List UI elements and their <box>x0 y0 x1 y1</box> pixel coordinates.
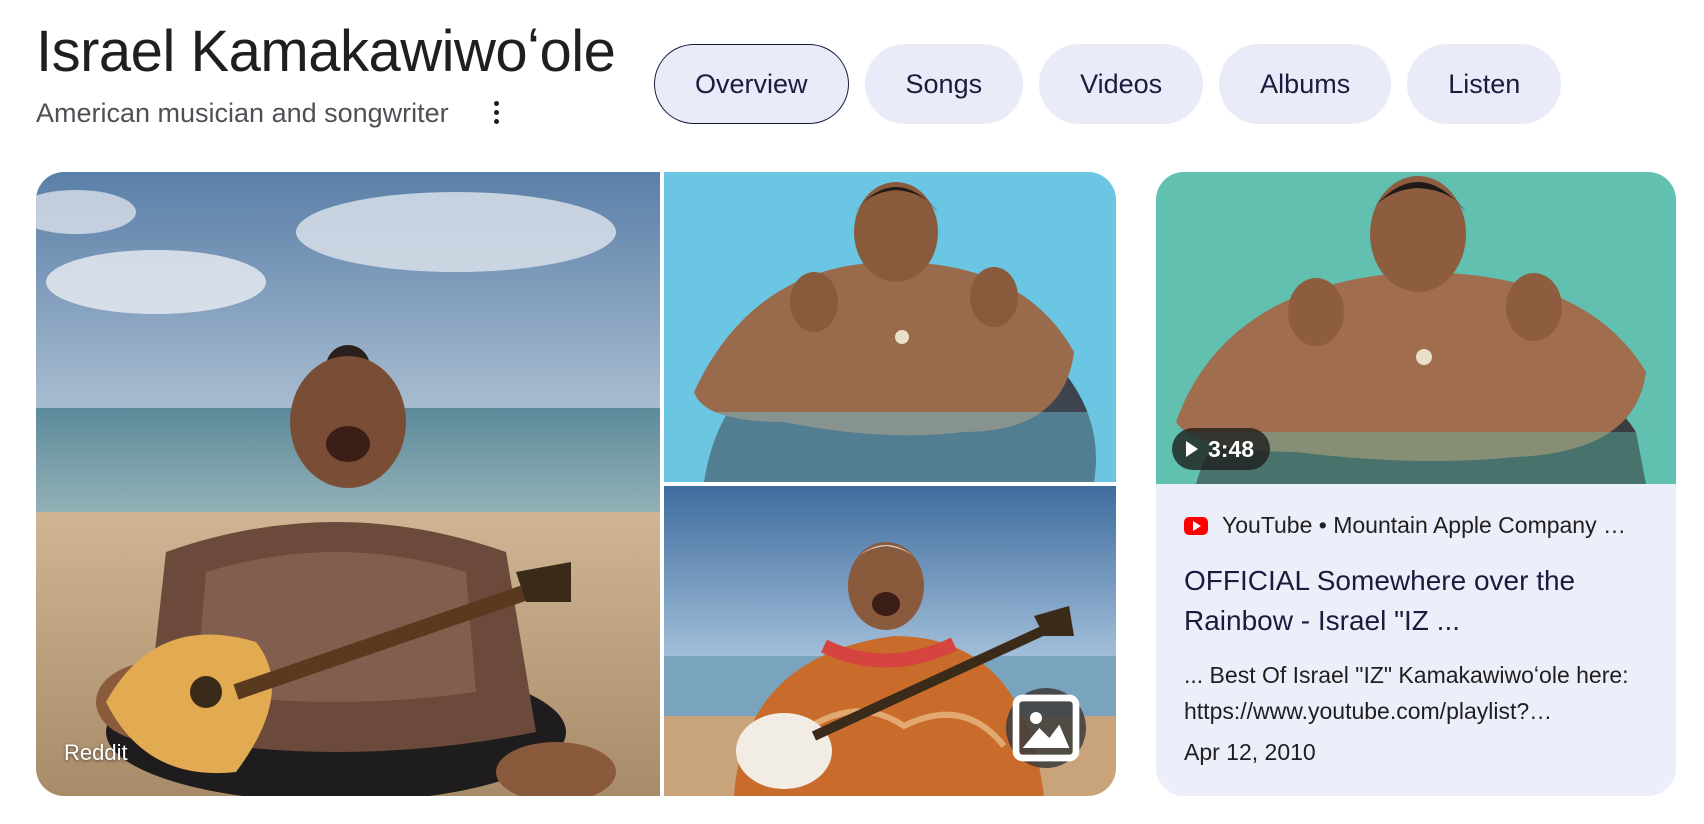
tab-videos[interactable]: Videos <box>1039 44 1204 124</box>
page-title: Israel Kamakawiwoʻole <box>36 19 616 84</box>
tab-songs[interactable]: Songs <box>864 44 1024 124</box>
tab-albums[interactable]: Albums <box>1219 44 1392 124</box>
play-icon <box>1186 441 1198 457</box>
tab-overview[interactable]: Overview <box>654 44 849 124</box>
video-thumbnail[interactable]: 3:48 <box>1156 172 1676 484</box>
video-card[interactable]: 3:48 YouTube • Mountain Apple Company … … <box>1156 172 1676 796</box>
image-icon <box>1012 694 1080 762</box>
main-image-graphic <box>36 172 660 796</box>
youtube-icon <box>1184 516 1208 535</box>
video-date: Apr 12, 2010 <box>1184 739 1316 765</box>
video-duration-badge: 3:48 <box>1172 428 1271 470</box>
page-subtitle: American musician and songwriter <box>36 98 449 128</box>
more-options-button[interactable] <box>484 94 508 130</box>
video-info: YouTube • Mountain Apple Company … OFFIC… <box>1184 512 1654 766</box>
image-source-label: Reddit <box>64 740 128 765</box>
more-vert-icon <box>493 100 499 106</box>
view-images-button[interactable] <box>1006 688 1086 768</box>
tab-bar: Overview Songs Videos Albums Listen <box>654 44 1562 124</box>
gallery-image-pool-graphic <box>664 172 1116 482</box>
tab-listen[interactable]: Listen <box>1407 44 1562 124</box>
video-description: ... Best Of Israel "IZ" Kamakawiwoʻole h… <box>1184 662 1629 724</box>
video-source: YouTube • Mountain Apple Company … <box>1222 512 1626 538</box>
video-source-row: YouTube • Mountain Apple Company … <box>1184 512 1654 539</box>
gallery-image-beach[interactable] <box>664 486 1116 796</box>
image-gallery: Reddit <box>36 172 1116 796</box>
video-duration: 3:48 <box>1208 435 1255 462</box>
gallery-image-pool[interactable] <box>664 172 1116 482</box>
video-title-link[interactable]: OFFICIAL Somewhere over the Rainbow - Is… <box>1184 561 1654 641</box>
main-image[interactable]: Reddit <box>36 172 660 796</box>
